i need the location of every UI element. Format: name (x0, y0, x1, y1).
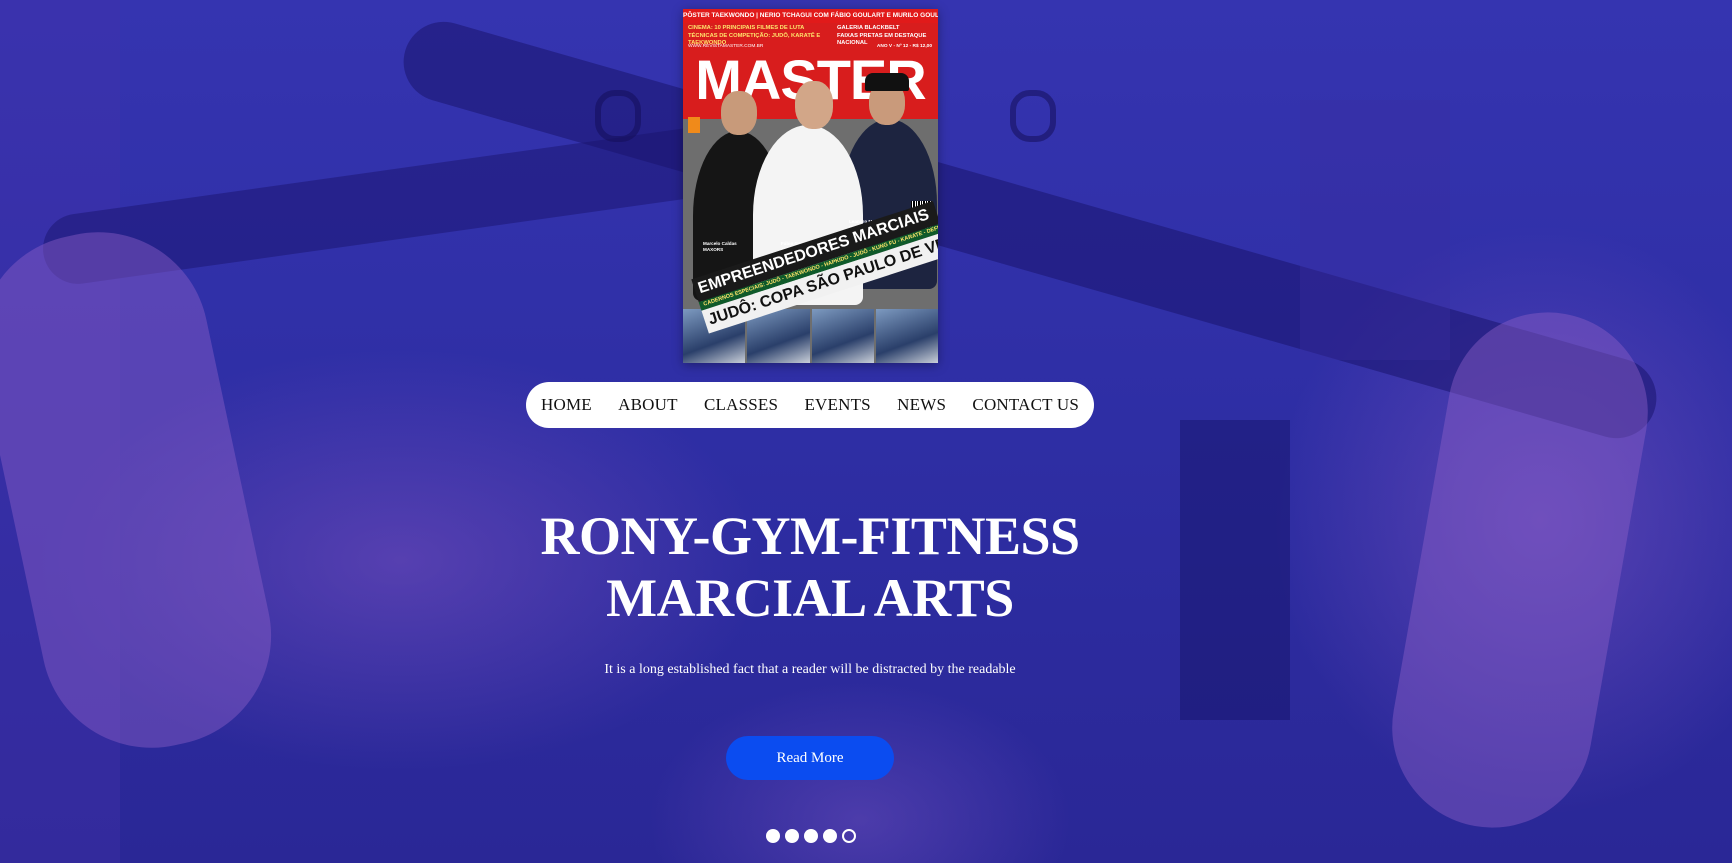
hero-title-line: MARCIAL ARTS (606, 568, 1014, 628)
nav-item-news[interactable]: NEWS (897, 395, 946, 415)
nav-item-home[interactable]: HOME (541, 395, 592, 415)
background-ring (595, 90, 641, 142)
background-ring (1010, 90, 1056, 142)
hero-title-line: RONY-GYM-FITNESS (540, 506, 1080, 566)
main-nav: HOME ABOUT CLASSES EVENTS NEWS CONTACT U… (526, 382, 1094, 428)
person-hat (865, 73, 909, 91)
carousel-dot[interactable] (766, 829, 780, 843)
person-head (721, 91, 757, 135)
carousel-indicators (766, 829, 856, 843)
magazine-top-bar: PÔSTER TAEKWONDO | NERIO TCHAGUI COM FÁB… (683, 9, 938, 23)
carousel-dot[interactable] (804, 829, 818, 843)
person-head (795, 81, 833, 129)
nav-item-contact-us[interactable]: CONTACT US (972, 395, 1079, 415)
read-more-button[interactable]: Read More (726, 736, 894, 780)
background-panel (1300, 100, 1450, 360)
nav-item-about[interactable]: ABOUT (618, 395, 678, 415)
photo-thumb (875, 309, 938, 363)
magazine-cover-image[interactable]: PÔSTER TAEKWONDO | NERIO TCHAGUI COM FÁB… (683, 9, 938, 363)
nav-item-events[interactable]: EVENTS (804, 395, 870, 415)
nav-item-classes[interactable]: CLASSES (704, 395, 778, 415)
carousel-dot[interactable] (785, 829, 799, 843)
hero-description: It is a long established fact that a rea… (604, 662, 1016, 677)
magazine-logo (688, 117, 700, 133)
carousel-dot[interactable] (823, 829, 837, 843)
carousel-dot[interactable] (842, 829, 856, 843)
hero-title: RONY-GYM-FITNESS MARCIAL ARTS (0, 505, 1620, 629)
